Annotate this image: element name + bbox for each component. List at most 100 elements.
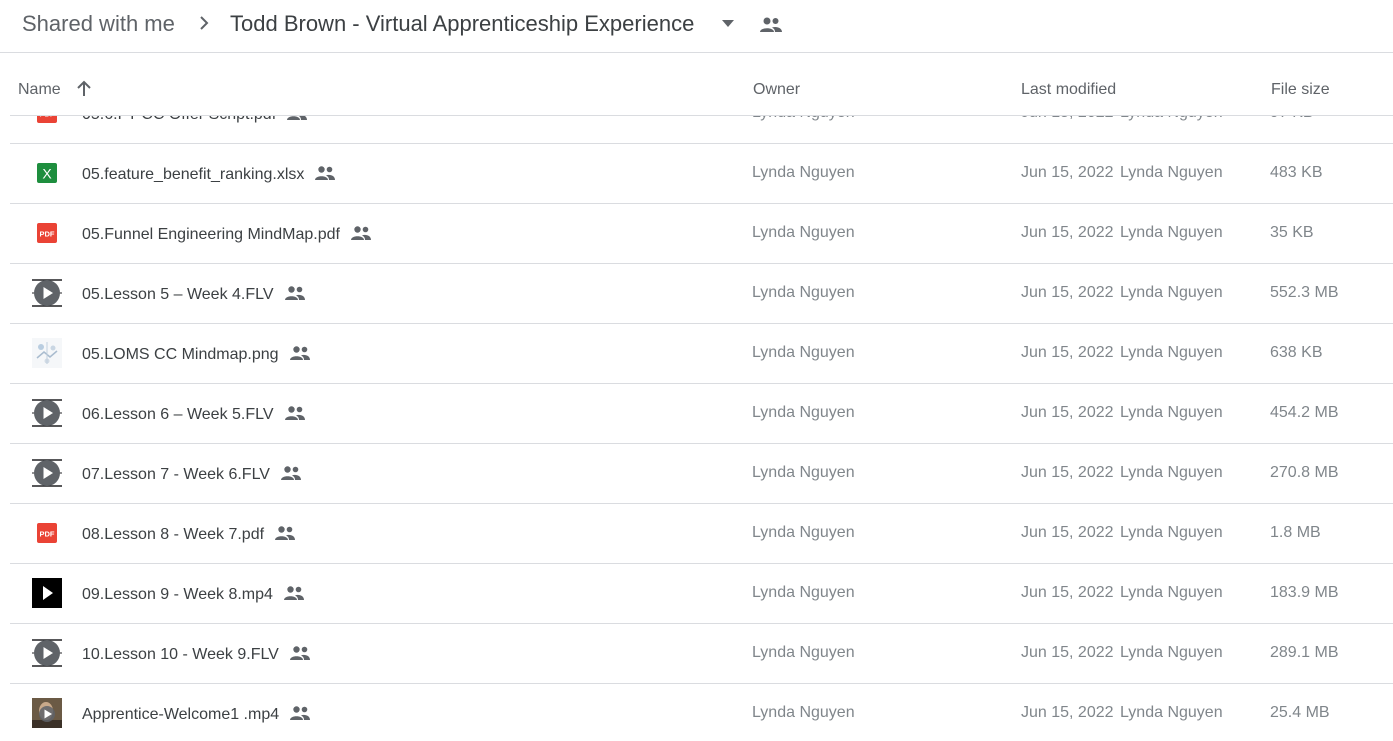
shared-people-icon: [289, 344, 311, 362]
file-row[interactable]: 07.Lesson 7 - Week 6.FLV Lynda Nguyen Jun …: [10, 444, 1393, 504]
shared-people-icon: [284, 284, 306, 302]
file-name-text: Apprentice-Welcome1 .mp4: [82, 706, 280, 723]
file-name-text: 08.Lesson 8 - Week 7.pdf: [82, 526, 265, 543]
file-modified-by: Lynda Nguyen: [1120, 464, 1223, 481]
file-modified-date: Jun 15, 2022: [1021, 404, 1114, 421]
file-name: 05.feature_benefit_ranking.xlsx: [82, 164, 336, 184]
file-size: 289.1 MB: [1270, 644, 1339, 661]
file-modified-by: Lynda Nguyen: [1120, 164, 1223, 181]
file-modified-by: Lynda Nguyen: [1120, 404, 1223, 421]
file-modified-by: Lynda Nguyen: [1120, 644, 1223, 661]
pdf-icon: [32, 518, 62, 548]
file-row[interactable]: 05.Funnel Engineering MindMap.pdf Lynda N…: [10, 204, 1393, 264]
image-thumb-icon: [32, 338, 62, 368]
file-name-text: 10.Lesson 10 - Week 9.FLV: [82, 646, 279, 663]
file-modified-date: Jun 15, 2022: [1021, 584, 1114, 601]
shared-people-icon: [289, 644, 311, 662]
file-row[interactable]: 06.Lesson 6 – Week 5.FLV Lynda Nguyen Jun …: [10, 384, 1393, 444]
chevron-right-icon: [200, 16, 209, 30]
file-owner: Lynda Nguyen: [752, 584, 855, 601]
file-size: 270.8 MB: [1270, 464, 1339, 481]
file-modified-date: Jun 15, 2022: [1021, 524, 1114, 541]
column-header-name[interactable]: Name: [18, 81, 61, 99]
file-owner: Lynda Nguyen: [752, 464, 855, 481]
file-name: 05.LOMS CC Mindmap.png: [82, 344, 311, 364]
breadcrumb-shared-with-me[interactable]: Shared with me: [22, 11, 175, 37]
file-name-text: 07.Lesson 7 - Week 6.FLV: [82, 466, 270, 483]
file-owner: Lynda Nguyen: [752, 404, 855, 421]
file-size: 638 KB: [1270, 344, 1323, 361]
file-size: 552.3 MB: [1270, 284, 1339, 301]
file-name-text: 06.Lesson 6 – Week 5.FLV: [82, 406, 274, 423]
shared-people-icon: [289, 704, 311, 722]
file-row[interactable]: 05.LOMS CC Mindmap.png Lynda Nguyen Jun 15…: [10, 324, 1393, 384]
video-thumb-icon: [32, 278, 62, 308]
sort-ascending-arrow-icon[interactable]: [74, 79, 94, 99]
file-name-text: 05.Funnel Engineering MindMap.pdf: [82, 226, 340, 243]
file-modified-date: Jun 15, 2022: [1021, 464, 1114, 481]
file-modified-by: Lynda Nguyen: [1120, 704, 1223, 721]
file-name: 07.Lesson 7 - Week 6.FLV: [82, 464, 302, 484]
file-name-text: 05.LOMS CC Mindmap.png: [82, 346, 279, 363]
column-header-owner[interactable]: Owner: [753, 81, 800, 99]
file-size: 183.9 MB: [1270, 584, 1339, 601]
file-modified-by: Lynda Nguyen: [1120, 224, 1223, 241]
file-size: 35 KB: [1270, 224, 1314, 241]
video-thumb-icon: [32, 398, 62, 428]
column-header-file-size[interactable]: File size: [1271, 81, 1330, 99]
file-owner: Lynda Nguyen: [752, 284, 855, 301]
file-owner: Lynda Nguyen: [752, 164, 855, 181]
shared-people-icon: [274, 524, 296, 542]
pdf-icon: [32, 218, 62, 248]
file-modified-date: Jun 15, 2022: [1021, 164, 1114, 181]
file-modified-by: Lynda Nguyen: [1120, 344, 1223, 361]
shared-people-icon: [314, 164, 336, 182]
file-modified-date: Jun 15, 2022: [1021, 224, 1114, 241]
file-name: 08.Lesson 8 - Week 7.pdf: [82, 524, 296, 544]
file-modified-by: Lynda Nguyen: [1120, 584, 1223, 601]
file-name-text: 05.feature_benefit_ranking.xlsx: [82, 166, 305, 183]
file-name: Apprentice-Welcome1 .mp4: [82, 704, 311, 724]
file-owner: Lynda Nguyen: [752, 524, 855, 541]
file-name-text: 09.Lesson 9 - Week 8.mp4: [82, 586, 273, 603]
file-row[interactable]: 05.Lesson 5 – Week 4.FLV Lynda Nguyen Jun …: [10, 264, 1393, 324]
file-modified-date: Jun 15, 2022: [1021, 344, 1114, 361]
breadcrumb-current-folder[interactable]: Todd Brown - Virtual Apprenticeship Expe…: [230, 11, 694, 37]
video-thumb-icon: [32, 638, 62, 668]
shared-people-icon: [350, 224, 372, 242]
file-list-header: Name Owner Last modified File size: [10, 54, 1393, 116]
file-modified-date: Jun 15, 2022: [1021, 284, 1114, 301]
shared-people-icon: [283, 584, 305, 602]
video-thumb-icon: [32, 458, 62, 488]
file-modified-by: Lynda Nguyen: [1120, 524, 1223, 541]
shared-people-icon: [280, 464, 302, 482]
file-row[interactable]: Apprentice-Welcome1 .mp4 Lynda Nguyen Jun …: [10, 684, 1393, 741]
xlsx-icon: [32, 158, 62, 188]
file-name: 10.Lesson 10 - Week 9.FLV: [82, 644, 311, 664]
file-row[interactable]: 05.feature_benefit_ranking.xlsx Lynda Ngu…: [10, 144, 1393, 204]
file-modified-date: Jun 15, 2022: [1021, 644, 1114, 661]
caret-down-icon[interactable]: [722, 20, 734, 28]
file-row[interactable]: 09.Lesson 9 - Week 8.mp4 Lynda Nguyen Jun …: [10, 564, 1393, 624]
shared-people-icon: [284, 404, 306, 422]
file-owner: Lynda Nguyen: [752, 224, 855, 241]
column-header-last-modified[interactable]: Last modified: [1021, 81, 1116, 99]
file-name-text: 05.Lesson 5 – Week 4.FLV: [82, 286, 274, 303]
file-size: 483 KB: [1270, 164, 1323, 181]
file-owner: Lynda Nguyen: [752, 704, 855, 721]
file-name: 05.Funnel Engineering MindMap.pdf: [82, 224, 372, 244]
file-size: 25.4 MB: [1270, 704, 1330, 721]
file-list: 05.6.FT CC Offer Script.pdfLynda NguyenJ…: [10, 84, 1393, 741]
file-row[interactable]: 10.Lesson 10 - Week 9.FLV Lynda Nguyen Jun…: [10, 624, 1393, 684]
file-size: 1.8 MB: [1270, 524, 1321, 541]
file-modified-date: Jun 15, 2022: [1021, 704, 1114, 721]
file-modified-by: Lynda Nguyen: [1120, 284, 1223, 301]
shared-folder-icon[interactable]: [759, 15, 783, 35]
video-dark-thumb-icon: [32, 578, 62, 608]
file-name: 05.Lesson 5 – Week 4.FLV: [82, 284, 306, 304]
file-size: 454.2 MB: [1270, 404, 1339, 421]
file-row[interactable]: 08.Lesson 8 - Week 7.pdf Lynda Nguyen Jun …: [10, 504, 1393, 564]
file-name: 06.Lesson 6 – Week 5.FLV: [82, 404, 306, 424]
file-name: 09.Lesson 9 - Week 8.mp4: [82, 584, 305, 604]
file-owner: Lynda Nguyen: [752, 344, 855, 361]
